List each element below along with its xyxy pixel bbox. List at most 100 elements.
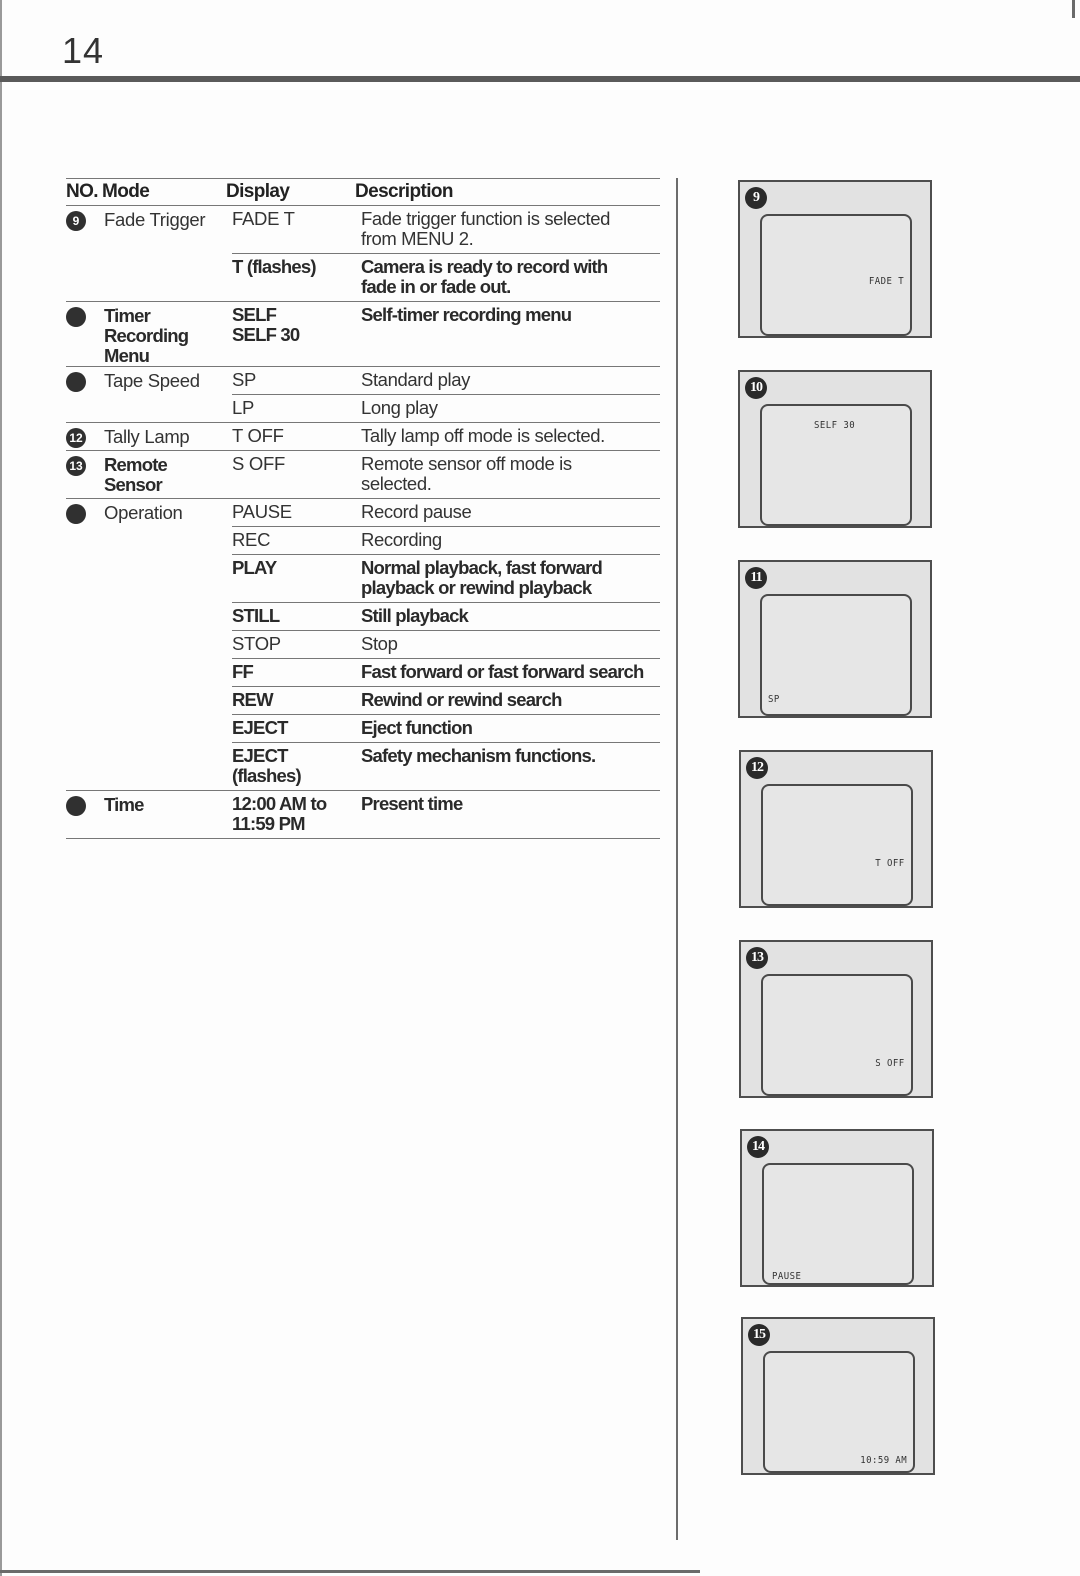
osd-text: 10:59 AM [860, 1455, 907, 1466]
screen-number-badge-icon: 13 [746, 947, 768, 969]
viewfinder-display: SELF 30 [760, 404, 912, 526]
description-cell: Stop [361, 633, 398, 654]
description-cell: Long play [361, 397, 438, 418]
marker-cell: 12 [66, 427, 104, 450]
table-row: SP Standard play [232, 367, 660, 394]
table-row: PAUSE Record pause [232, 499, 660, 526]
table-row: EJECT (flashes) Safety mechanism function… [232, 742, 660, 790]
table-row: STOP Stop [232, 630, 660, 658]
number-marker-icon: 13 [66, 456, 86, 476]
description-cell: Remote sensor off mode is selected. [361, 453, 572, 494]
screen-number-badge-icon: 15 [748, 1324, 770, 1346]
description-cell: Safety mechanism functions. [361, 745, 596, 766]
mode-display-table: NO. Mode Display Description 9 Fade Trigg… [66, 178, 660, 839]
group-label: Timer Recording Menu [66, 302, 232, 366]
table-row: 12:00 AM to 11:59 PM Present time [232, 791, 660, 838]
description-cell: Fade trigger function is selected from M… [361, 208, 611, 249]
column-divider [676, 178, 678, 1540]
mode-name: Tally Lamp [104, 426, 190, 447]
mode-name: Operation [104, 502, 183, 523]
description-cell: Fast forward or fast forward search [361, 661, 644, 682]
display-cell: EJECT (flashes) [232, 745, 302, 786]
number-marker-icon [66, 307, 86, 327]
table-row: S OFF Remote sensor off mode is selected. [232, 451, 660, 498]
viewfinder-screen: 14 PAUSE [740, 1129, 934, 1287]
viewfinder-screen: 15 10:59 AM [741, 1317, 935, 1475]
table-group: 9 Fade Trigger FADE T Fade trigger function… [66, 206, 660, 302]
table-body: 9 Fade Trigger FADE T Fade trigger function… [66, 206, 660, 839]
header-no: NO. [66, 181, 99, 202]
mode-name: Timer Recording Menu [104, 305, 189, 366]
mode-name: Remote Sensor [104, 454, 168, 495]
description-cell: Tally lamp off mode is selected. [361, 425, 605, 446]
description-cell: Camera is ready to record with fade in o… [361, 256, 608, 297]
display-cell: PAUSE [232, 501, 292, 522]
header-display: Display [225, 181, 290, 202]
table-row: PLAY Normal playback, fast forward playba… [232, 554, 660, 602]
osd-text: PAUSE [772, 1271, 802, 1282]
table-group: Operation PAUSE Record pause REC Recording PL… [66, 499, 660, 791]
number-marker-icon [66, 372, 86, 392]
osd-text: SELF 30 [814, 420, 856, 431]
page-edge-bottom [0, 1570, 700, 1573]
table-group: Timer Recording Menu SELF SELF 30 Self-tim… [66, 302, 660, 367]
screen-number-badge-icon: 12 [746, 757, 768, 779]
screen-number-badge-icon: 9 [745, 187, 767, 209]
number-marker-icon [66, 796, 86, 816]
marker-cell [66, 503, 104, 790]
group-rows: SELF SELF 30 Self-timer recording menu [232, 302, 660, 366]
display-cell: STILL [232, 605, 280, 626]
screen-number-badge-icon: 11 [745, 567, 767, 589]
table-group: 13 Remote Sensor S OFF Remote sensor off mo… [66, 451, 660, 499]
display-cell: PLAY [232, 557, 277, 578]
description-cell: Record pause [361, 501, 472, 522]
viewfinder-screen: 11 SP [738, 560, 932, 718]
header-mode: Mode [101, 181, 150, 202]
header-description: Description [354, 181, 454, 202]
table-row: T (flashes) Camera is ready to record wit… [232, 253, 660, 301]
marker-cell [66, 371, 104, 422]
table-row: REC Recording [232, 526, 660, 554]
number-marker-icon: 12 [66, 428, 86, 448]
viewfinder-display: SP [760, 594, 912, 716]
group-rows: FADE T Fade trigger function is selected … [232, 206, 660, 301]
mode-name: Tape Speed [104, 370, 200, 391]
group-label: 9 Fade Trigger [66, 206, 232, 301]
marker-cell: 13 [66, 455, 104, 498]
display-cell: STOP [232, 633, 281, 654]
group-rows: 12:00 AM to 11:59 PM Present time [232, 791, 660, 838]
display-cell: REW [232, 689, 274, 710]
group-label: 12 Tally Lamp [66, 423, 232, 450]
viewfinder-screen: 10 SELF 30 [738, 370, 932, 528]
display-cell: T (flashes) [232, 256, 317, 277]
table-row: FF Fast forward or fast forward search [232, 658, 660, 686]
group-label: Tape Speed [66, 367, 232, 422]
display-cell: T OFF [232, 425, 284, 446]
group-label: Time [66, 791, 232, 838]
display-cell: SELF SELF 30 [232, 304, 300, 345]
description-cell: Still playback [361, 605, 469, 626]
table-group: Time 12:00 AM to 11:59 PM Present time [66, 791, 660, 839]
viewfinder-display: FADE T [760, 214, 912, 336]
viewfinder-screen: 9 FADE T [738, 180, 932, 338]
description-cell: Eject function [361, 717, 473, 738]
description-cell: Present time [361, 793, 463, 814]
screen-number-badge-icon: 14 [747, 1136, 769, 1158]
viewfinder-display: S OFF [761, 974, 913, 1096]
group-rows: S OFF Remote sensor off mode is selected. [232, 451, 660, 498]
description-cell: Normal playback, fast forward playback o… [361, 557, 603, 598]
viewfinder-display: 10:59 AM [763, 1351, 915, 1473]
display-cell: REC [232, 529, 271, 550]
display-cell: EJECT [232, 717, 288, 738]
group-label: 13 Remote Sensor [66, 451, 232, 498]
description-cell: Standard play [361, 369, 470, 390]
marker-cell [66, 795, 104, 838]
display-cell: 12:00 AM to 11:59 PM [232, 793, 327, 834]
group-rows: SP Standard play LP Long play [232, 367, 660, 422]
viewfinder-screen: 13 S OFF [739, 940, 933, 1098]
viewfinder-screen: 12 T OFF [739, 750, 933, 908]
table-group: 12 Tally Lamp T OFF Tally lamp off mode is … [66, 423, 660, 451]
description-cell: Rewind or rewind search [361, 689, 562, 710]
osd-text: S OFF [875, 1058, 905, 1069]
mode-name: Time [104, 794, 144, 815]
